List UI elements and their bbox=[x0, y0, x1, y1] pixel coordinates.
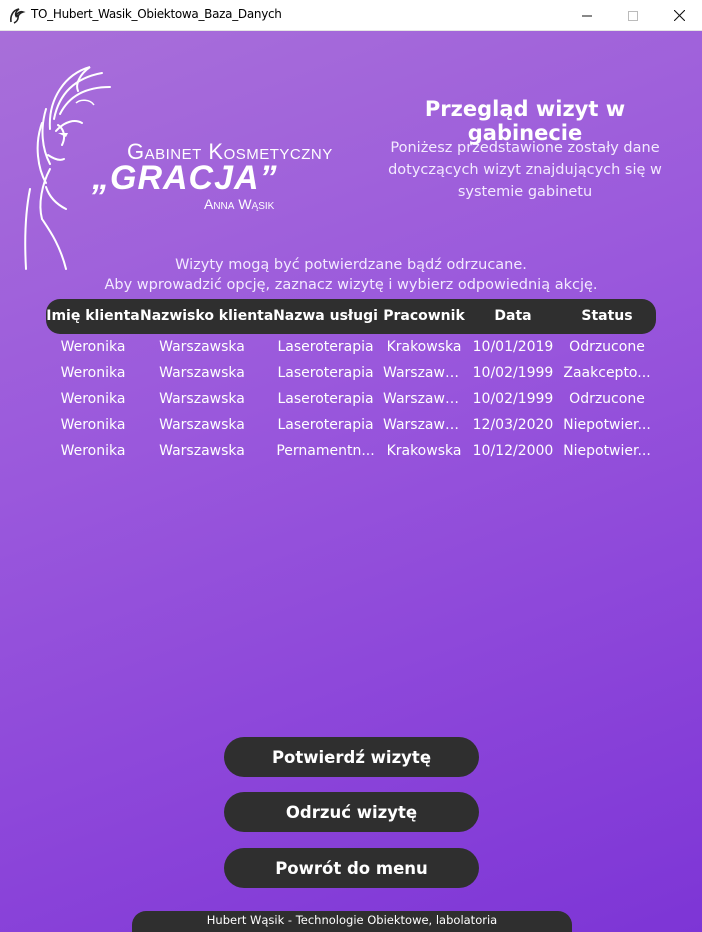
column-header-first-name[interactable]: Imię klienta bbox=[46, 299, 140, 334]
minimize-button[interactable] bbox=[564, 0, 610, 31]
cell-status: Niepotwier... bbox=[563, 443, 651, 459]
column-header-status[interactable]: Status bbox=[559, 299, 655, 334]
cell-last-name: Warszawska bbox=[159, 417, 245, 433]
cell-service: Laseroterapia bbox=[277, 391, 374, 407]
cell-last-name: Warszawska bbox=[159, 339, 245, 355]
app-logo-icon bbox=[10, 8, 26, 24]
cell-first-name: Weronika bbox=[60, 365, 126, 381]
cell-date: 10/02/1999 bbox=[472, 365, 554, 381]
table-row[interactable]: Weronika Warszawska Laseroterapia Warsza… bbox=[46, 386, 656, 412]
cell-service: Laseroterapia bbox=[277, 339, 374, 355]
cell-first-name: Weronika bbox=[60, 391, 126, 407]
cell-service: Pernamentn... bbox=[276, 443, 375, 459]
cell-status: Odrzucone bbox=[569, 339, 645, 355]
cell-service: Laseroterapia bbox=[277, 365, 374, 381]
table-row[interactable]: Weronika Warszawska Laseroterapia Krakow… bbox=[46, 334, 656, 360]
cell-employee: Warszawska bbox=[383, 391, 465, 407]
confirm-visit-button[interactable]: Potwierdź wizytę bbox=[224, 737, 479, 777]
cell-date: 12/03/2020 bbox=[472, 417, 554, 433]
back-to-menu-button[interactable]: Powrót do menu bbox=[224, 848, 479, 888]
cell-employee: Krakowska bbox=[386, 339, 462, 355]
column-header-employee[interactable]: Pracownik bbox=[383, 299, 465, 334]
cell-last-name: Warszawska bbox=[159, 391, 245, 407]
maximize-button[interactable] bbox=[610, 0, 656, 31]
table-row[interactable]: Weronika Warszawska Pernamentn... Krakow… bbox=[46, 438, 656, 464]
column-header-last-name[interactable]: Nazwisko klienta bbox=[140, 299, 273, 334]
cell-employee: Warszawska bbox=[383, 417, 465, 433]
footer-credits: Hubert Wąsik - Technologie Obiektowe, la… bbox=[132, 911, 572, 932]
cell-date: 10/12/2000 bbox=[472, 443, 554, 459]
cell-last-name: Warszawska bbox=[159, 365, 245, 381]
salon-logo: Gabinet Kosmetyczny „GRACJA” Anna Wąsik bbox=[20, 59, 350, 274]
cell-first-name: Weronika bbox=[60, 339, 126, 355]
cell-status: Niepotwier... bbox=[563, 417, 651, 433]
visits-table-body: Weronika Warszawska Laseroterapia Krakow… bbox=[46, 334, 656, 464]
window-titlebar: TO_Hubert_Wasik_Obiektowa_Baza_Danych bbox=[0, 0, 702, 31]
minimize-icon bbox=[582, 15, 592, 16]
visits-table-header: Imię klienta Nazwisko klienta Nazwa usłu… bbox=[46, 299, 656, 334]
cell-status: Odrzucone bbox=[569, 391, 645, 407]
cell-employee: Krakowska bbox=[386, 443, 462, 459]
logo-owner: Anna Wąsik bbox=[204, 196, 275, 212]
instructions: Wizyty mogą być potwierdzane bądź odrzuc… bbox=[60, 255, 642, 295]
logo-brand: „GRACJA” bbox=[92, 159, 278, 197]
cell-first-name: Weronika bbox=[60, 417, 126, 433]
table-row[interactable]: Weronika Warszawska Laseroterapia Warsza… bbox=[46, 412, 656, 438]
reject-visit-button[interactable]: Odrzuć wizytę bbox=[224, 792, 479, 832]
column-header-service[interactable]: Nazwa usługi bbox=[272, 299, 379, 334]
table-row[interactable]: Weronika Warszawska Laseroterapia Warsza… bbox=[46, 360, 656, 386]
cell-first-name: Weronika bbox=[60, 443, 126, 459]
page-description: Poniżesz przedstawione zostały dane doty… bbox=[388, 140, 662, 200]
column-header-date[interactable]: Data bbox=[472, 299, 554, 334]
maximize-icon bbox=[628, 10, 638, 21]
cell-status: Zaakcepto... bbox=[563, 365, 651, 381]
main-window: Gabinet Kosmetyczny „GRACJA” Anna Wąsik … bbox=[0, 31, 702, 932]
cell-last-name: Warszawska bbox=[159, 443, 245, 459]
window-title: TO_Hubert_Wasik_Obiektowa_Baza_Danych bbox=[31, 7, 282, 21]
instructions-line-1: Wizyty mogą być potwierdzane bądź odrzuc… bbox=[175, 257, 527, 273]
close-button[interactable] bbox=[656, 0, 702, 31]
cell-employee: Warszawska bbox=[383, 365, 465, 381]
cell-service: Laseroterapia bbox=[277, 417, 374, 433]
close-icon bbox=[673, 10, 685, 21]
cell-date: 10/02/1999 bbox=[472, 391, 554, 407]
cell-date: 10/01/2019 bbox=[472, 339, 554, 355]
instructions-line-2: Aby wprowadzić opcję, zaznacz wizytę i w… bbox=[104, 277, 598, 293]
